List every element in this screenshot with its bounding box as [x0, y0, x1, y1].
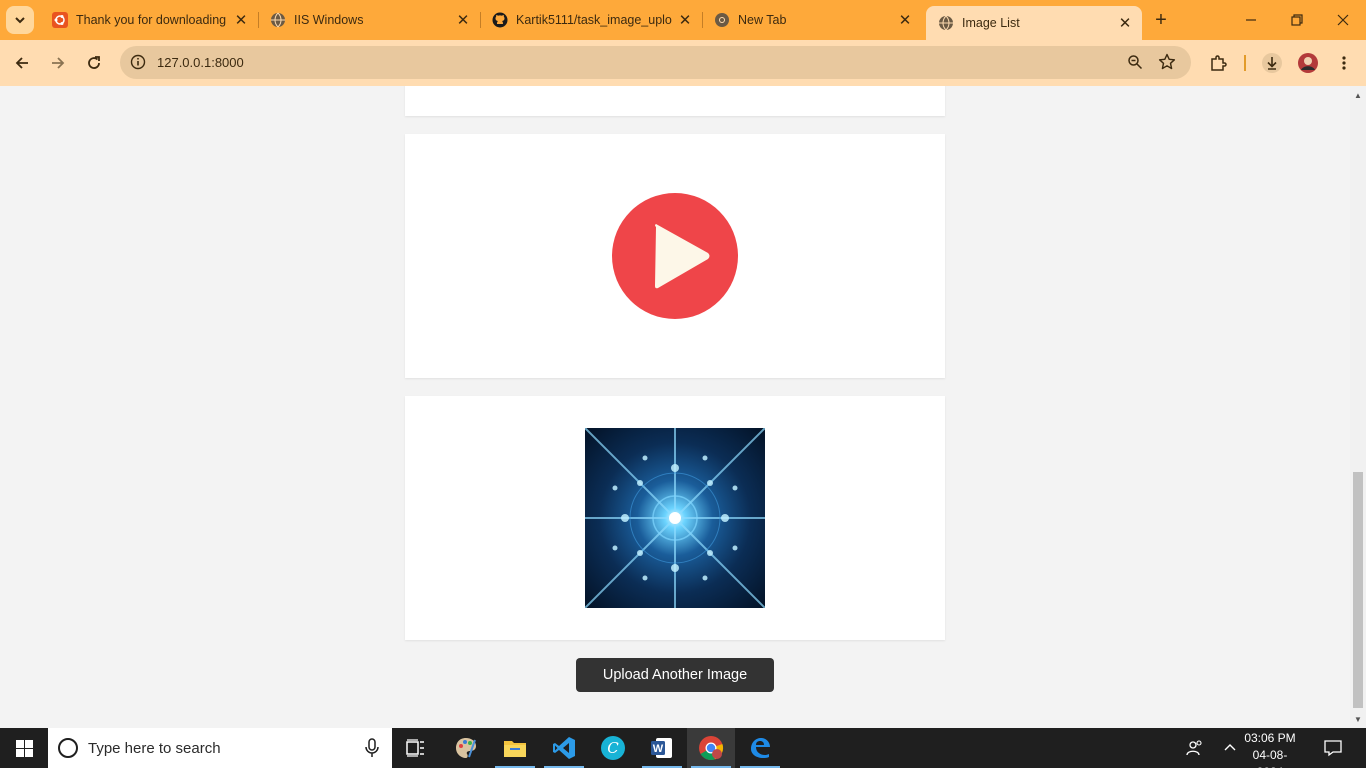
toolbar-divider [1244, 55, 1246, 71]
reload-icon [88, 56, 100, 69]
notification-icon [1324, 740, 1342, 757]
back-button[interactable] [7, 48, 37, 78]
close-icon[interactable]: ✕ [676, 11, 694, 29]
task-view-icon [406, 739, 424, 757]
play-button-image [612, 193, 738, 319]
tab-2[interactable]: Kartik5111/task_image_uplo ✕ [480, 0, 702, 40]
arrow-right-icon [52, 57, 65, 69]
profile-avatar[interactable] [1296, 51, 1320, 75]
people-icon [1186, 740, 1202, 756]
address-bar[interactable]: 127.0.0.1:8000 [120, 46, 1191, 79]
close-icon [1337, 14, 1349, 26]
tab-4-active[interactable]: Image List ✕ [926, 6, 1142, 40]
extensions-icon[interactable] [1206, 51, 1230, 75]
svg-text:W: W [653, 743, 664, 755]
bookmark-star-icon[interactable] [1157, 52, 1177, 72]
search-icon [58, 738, 78, 758]
scrollbar-thumb[interactable] [1353, 472, 1363, 708]
taskbar-search-box[interactable]: Type here to search [48, 728, 392, 768]
page-viewport: Upload Another Image [0, 86, 1350, 728]
start-button[interactable] [0, 728, 48, 768]
windows-logo-icon [15, 739, 33, 757]
tab-title: Kartik5111/task_image_uplo [516, 13, 672, 27]
info-icon[interactable] [128, 52, 148, 72]
minimize-button[interactable] [1228, 0, 1274, 40]
image-card [405, 396, 945, 640]
microphone-icon[interactable] [364, 738, 380, 758]
taskbar-app-paint[interactable] [442, 728, 490, 768]
taskbar-app-word[interactable]: W [638, 728, 686, 768]
restore-icon [1291, 14, 1303, 26]
taskbar-app-chrome[interactable] [687, 728, 735, 768]
search-placeholder: Type here to search [88, 739, 221, 757]
tab-title: IIS Windows [294, 13, 364, 27]
taskbar-app-file-explorer[interactable] [491, 728, 539, 768]
paint-palette-icon [456, 738, 476, 758]
url-text: 127.0.0.1:8000 [157, 55, 244, 70]
clock-time: 03:06 PM [1244, 731, 1296, 745]
task-view-button[interactable] [392, 728, 440, 768]
scroll-down-arrow-icon[interactable]: ▼ [1353, 714, 1363, 724]
chrome-icon [699, 736, 724, 760]
scroll-up-arrow-icon[interactable]: ▲ [1353, 90, 1363, 100]
ubuntu-icon [52, 12, 68, 28]
folder-icon [504, 741, 526, 757]
taskbar-app-vscode[interactable] [540, 728, 588, 768]
tab-search-button[interactable] [6, 6, 34, 34]
tab-title: Thank you for downloading [76, 13, 227, 27]
close-icon[interactable]: ✕ [1116, 14, 1134, 32]
upload-another-image-button[interactable]: Upload Another Image [576, 658, 774, 692]
reload-button[interactable] [79, 48, 109, 78]
canva-icon: C [601, 736, 625, 760]
chrome-icon [714, 12, 730, 28]
restore-button[interactable] [1274, 0, 1320, 40]
arrow-left-icon [15, 57, 28, 69]
globe-icon [938, 15, 954, 31]
chevron-up-icon [1224, 744, 1236, 751]
clock-date: 04-08-2024 [1252, 748, 1288, 768]
close-icon[interactable]: ✕ [454, 11, 472, 29]
zoom-icon[interactable] [1125, 52, 1145, 72]
people-button[interactable] [1182, 728, 1208, 768]
close-window-button[interactable] [1320, 0, 1366, 40]
tab-3[interactable]: New Tab ✕ [702, 0, 922, 40]
tab-1[interactable]: IIS Windows ✕ [258, 0, 480, 40]
action-center-button[interactable] [1318, 728, 1348, 768]
windows-taskbar: Type here to search C W 03:06 PM 04-08-2… [0, 728, 1366, 768]
tab-title: New Tab [738, 13, 787, 27]
browser-toolbar: 127.0.0.1:8000 [0, 40, 1366, 86]
tab-title: Image List [962, 16, 1020, 30]
blue-fractal-image [585, 428, 765, 608]
word-icon: W [651, 738, 672, 758]
github-icon [492, 12, 508, 28]
edge-icon [751, 738, 770, 758]
chevron-down-icon [15, 17, 25, 24]
minimize-icon [1246, 19, 1256, 21]
new-tab-button[interactable]: + [1150, 9, 1172, 31]
page-scrollbar[interactable]: ▲ ▼ [1350, 86, 1366, 728]
svg-text:C: C [607, 739, 619, 757]
download-icon[interactable] [1260, 51, 1284, 75]
image-card [405, 86, 945, 116]
system-clock[interactable]: 03:06 PM 04-08-2024 [1240, 730, 1300, 768]
vscode-icon [553, 737, 575, 759]
close-icon[interactable]: ✕ [232, 11, 250, 29]
taskbar-app-canva[interactable]: C [589, 728, 637, 768]
show-hidden-icons-button[interactable] [1218, 728, 1242, 768]
globe-icon [270, 12, 286, 28]
menu-kebab-icon[interactable] [1332, 51, 1356, 75]
close-icon[interactable]: ✕ [896, 11, 914, 29]
browser-tab-strip: Thank you for downloading ✕ IIS Windows … [0, 0, 1366, 40]
image-card [405, 134, 945, 378]
tab-0[interactable]: Thank you for downloading ✕ [40, 0, 258, 40]
taskbar-app-edge[interactable] [736, 728, 784, 768]
forward-button[interactable] [43, 48, 73, 78]
